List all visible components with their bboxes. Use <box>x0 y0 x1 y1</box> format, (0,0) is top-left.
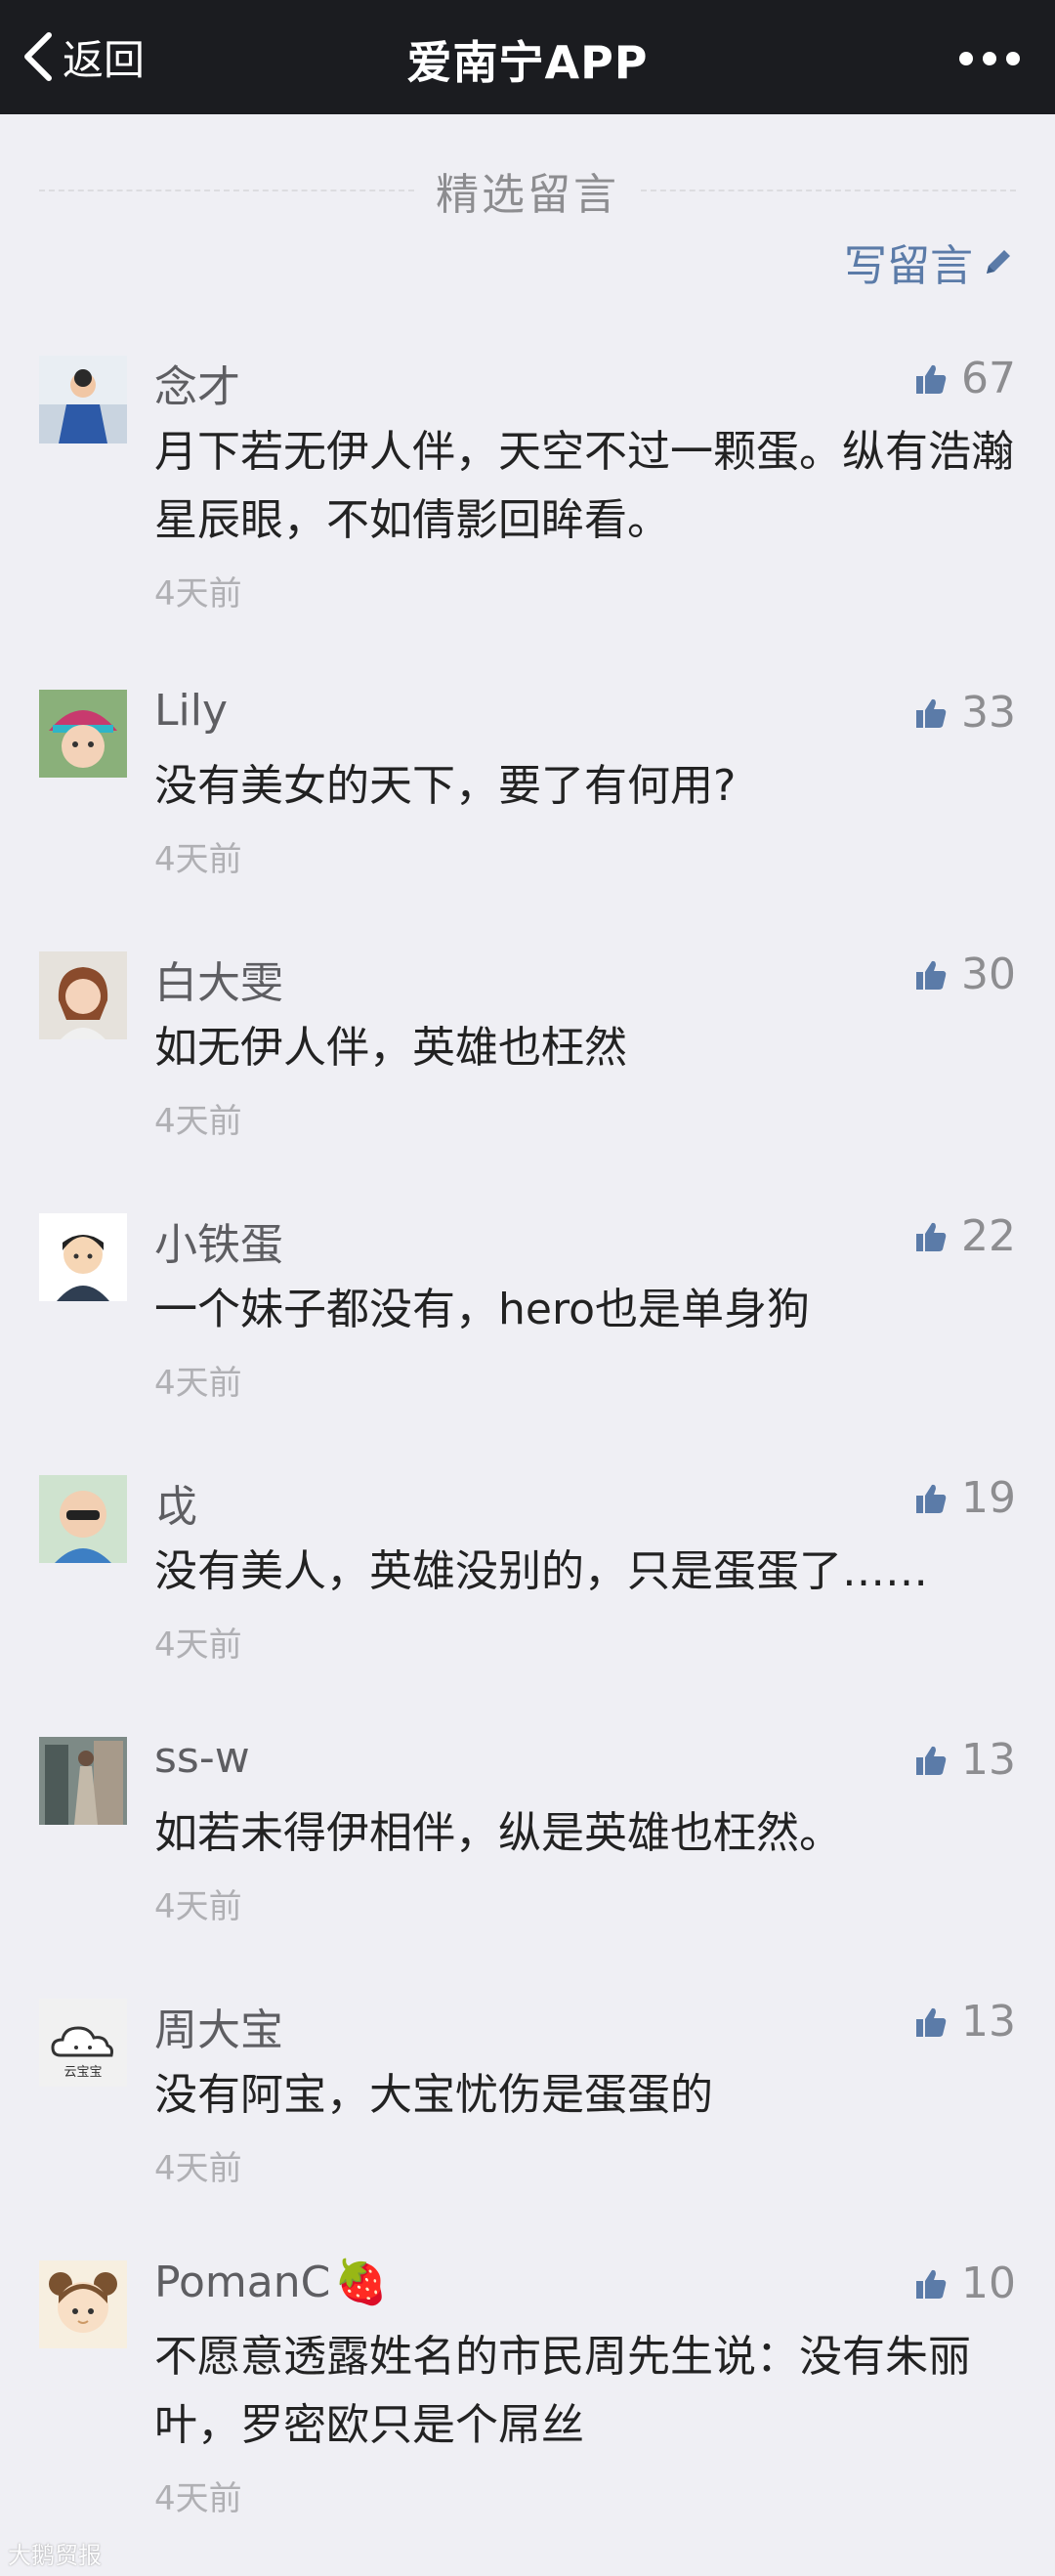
avatar[interactable] <box>39 690 127 778</box>
dot-icon <box>959 52 973 65</box>
divider-left <box>39 190 414 191</box>
avatar-cartoon-boy-icon <box>39 1213 127 1301</box>
write-comment-label: 写留言 <box>844 241 973 291</box>
comment-item: 白大雯 30 如无伊人伴，英雄也枉然 4天前 <box>0 926 1055 1188</box>
like-count: 19 <box>961 1473 1016 1523</box>
like-button[interactable]: 19 <box>914 1473 1016 1523</box>
comment-item: 小铁蛋 22 一个妹子都没有，hero也是单身狗 4天前 <box>0 1188 1055 1450</box>
comment-item: 云宝宝 周大宝 13 没有阿宝，大宝忧伤是蛋蛋的 4天前 <box>0 1973 1055 2235</box>
like-button[interactable]: 13 <box>914 1735 1016 1785</box>
write-comment-button[interactable]: 写留言 <box>844 231 1016 293</box>
like-button[interactable]: 33 <box>914 688 1016 738</box>
comment-text: 没有美人，英雄没别的，只是蛋蛋了…… <box>154 1546 928 1596</box>
comment-text: 一个妹子都没有，hero也是单身狗 <box>154 1285 810 1334</box>
comment-time: 4天前 <box>154 574 242 613</box>
like-button[interactable]: 13 <box>914 1997 1016 2047</box>
thumbs-up-icon <box>916 960 947 990</box>
comment-time: 4天前 <box>154 2149 242 2188</box>
comment-author[interactable]: Lily <box>154 686 228 736</box>
comment-author[interactable]: 小铁蛋 <box>154 1209 283 1272</box>
author-name: PomanC <box>154 2258 331 2307</box>
like-button[interactable]: 30 <box>914 950 1016 999</box>
comment-time: 4天前 <box>154 840 242 879</box>
section-title: 精选留言 <box>436 170 619 220</box>
comment-author[interactable]: 周大宝 <box>154 1995 283 2057</box>
comment-item: 念才 67 月下若无伊人伴，天空不过一颗蛋。纵有浩瀚星辰眼，不如倩影回眸看。 4… <box>0 330 1055 662</box>
like-count: 30 <box>961 950 1016 999</box>
avatar-label: 云宝宝 <box>63 2065 103 2080</box>
like-button[interactable]: 67 <box>914 354 1016 403</box>
avatar[interactable] <box>39 1213 127 1301</box>
comment-text: 如无伊人伴，英雄也枉然 <box>154 1023 627 1073</box>
comment-author[interactable]: 白大雯 <box>154 948 283 1010</box>
thumbs-up-icon <box>916 1484 947 1513</box>
comment-author[interactable]: 念才 <box>154 352 240 414</box>
like-count: 13 <box>961 1997 1016 2047</box>
like-count: 22 <box>961 1211 1016 1261</box>
like-count: 13 <box>961 1735 1016 1785</box>
thumbs-up-icon <box>916 364 947 394</box>
thumbs-up-icon <box>916 698 947 728</box>
avatar-photo-street-icon <box>39 1737 127 1825</box>
avatar-photo-child-hat-icon <box>39 690 127 778</box>
page-title: 爱南宁APP <box>406 36 649 89</box>
avatar[interactable] <box>39 1475 127 1563</box>
comment-text: 没有阿宝，大宝忧伤是蛋蛋的 <box>154 2070 713 2120</box>
thumbs-up-icon <box>916 1222 947 1251</box>
like-button[interactable]: 22 <box>914 1211 1016 1261</box>
comment-author[interactable]: ss-w <box>154 1733 250 1783</box>
top-bar: 返回 爱南宁APP <box>0 0 1055 114</box>
comment-author[interactable]: 戉 <box>154 1471 197 1534</box>
avatar-cartoon-girl-icon <box>39 2260 127 2348</box>
comment-text: 不愿意透露姓名的市民周先生说：没有朱丽叶，罗密欧只是个屌丝 <box>154 2332 971 2450</box>
comment-time: 4天前 <box>154 2479 242 2518</box>
comment-time: 4天前 <box>154 1887 242 1926</box>
like-count: 67 <box>961 354 1016 403</box>
thumbs-up-icon <box>916 1746 947 1775</box>
avatar[interactable] <box>39 951 127 1039</box>
avatar[interactable]: 云宝宝 <box>39 1999 127 2087</box>
like-count: 33 <box>961 688 1016 738</box>
comment-time: 4天前 <box>154 1364 242 1403</box>
like-button[interactable]: 10 <box>914 2259 1016 2308</box>
comment-item: ss-w 13 如若未得伊相伴，纵是英雄也枉然。 4天前 <box>0 1711 1055 1973</box>
avatar-photo-person-icon <box>39 356 127 443</box>
comment-text: 如若未得伊相伴，纵是英雄也枉然。 <box>154 1808 842 1858</box>
dot-icon <box>1006 52 1020 65</box>
comment-item: Lily 33 没有美女的天下，要了有何用? 4天前 <box>0 664 1055 926</box>
avatar-photo-woman-icon <box>39 951 127 1039</box>
avatar[interactable] <box>39 1737 127 1825</box>
avatar[interactable] <box>39 356 127 443</box>
comment-time: 4天前 <box>154 1102 242 1141</box>
more-menu-button[interactable] <box>959 45 1020 72</box>
comment-time: 4天前 <box>154 1626 242 1665</box>
comment-author[interactable]: PomanC🍓 <box>154 2257 388 2307</box>
comment-item: 戉 19 没有美人，英雄没别的，只是蛋蛋了…… 4天前 <box>0 1450 1055 1711</box>
comment-item: PomanC🍓 10 不愿意透露姓名的市民周先生说：没有朱丽叶，罗密欧只是个屌丝… <box>0 2235 1055 2567</box>
like-count: 10 <box>961 2259 1016 2308</box>
avatar-photo-baby-icon <box>39 1475 127 1563</box>
section-header: 精选留言 <box>39 156 1016 225</box>
watermark: 大鹅贸报 <box>8 2542 102 2569</box>
thumbs-up-icon <box>916 2269 947 2299</box>
comment-text: 月下若无伊人伴，天空不过一颗蛋。纵有浩瀚星辰眼，不如倩影回眸看。 <box>154 427 1014 545</box>
pencil-icon <box>987 250 1010 274</box>
dot-icon <box>983 52 996 65</box>
avatar[interactable] <box>39 2260 127 2348</box>
strawberry-icon: 🍓 <box>334 2258 389 2307</box>
thumbs-up-icon <box>916 2007 947 2037</box>
divider-right <box>641 190 1016 191</box>
comment-text: 没有美女的天下，要了有何用? <box>154 761 737 811</box>
